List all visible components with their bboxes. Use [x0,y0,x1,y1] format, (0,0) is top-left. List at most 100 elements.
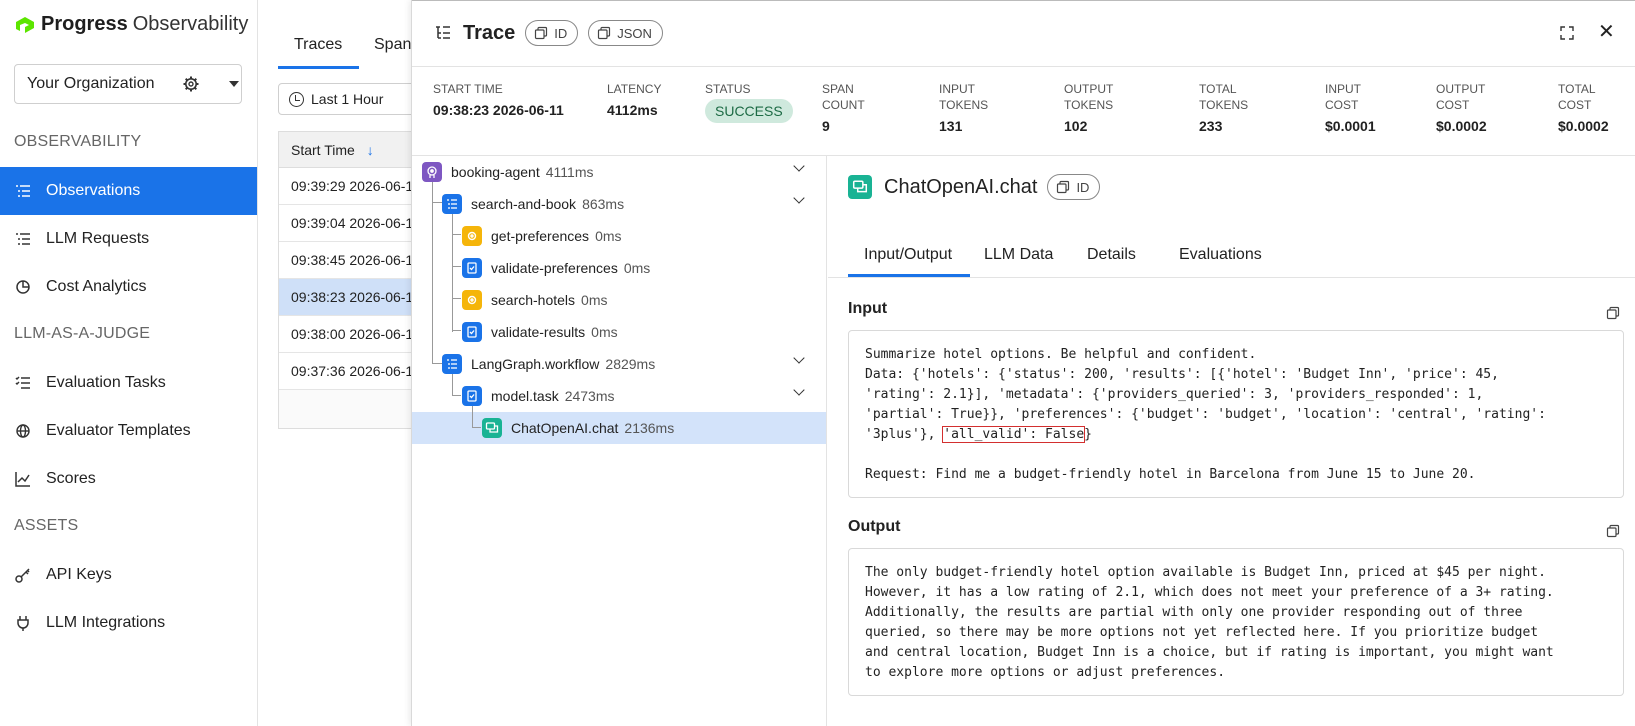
chevron-down-icon[interactable] [793,384,805,396]
globe-icon [16,424,30,438]
node-name: search-hotels [491,292,576,308]
divider [828,277,1635,278]
tab-spans[interactable]: Span [374,36,411,54]
task-icon [462,322,482,342]
brand-name-bold: Progress [41,13,128,35]
tab-input-output[interactable]: Input/Output [864,246,952,264]
clock-icon [289,92,304,107]
tree-node-langgraph-workflow[interactable]: LangGraph.workflow 2829ms [442,348,655,380]
chevron-down-icon[interactable] [793,192,805,204]
table-row[interactable]: 09:39:29 2026-06-1 [279,168,418,205]
output-label: Output [848,518,901,535]
traces-table: Start Time ↓ 09:39:29 2026-06-1 09:39:04… [278,131,418,429]
close-icon[interactable]: ✕ [1598,22,1615,42]
detail-title: ChatOpenAI.chat [884,175,1038,198]
chevron-down-icon[interactable] [793,352,805,364]
pie-chart-icon [16,280,30,294]
sidebar-item-scores[interactable]: Scores [0,455,257,503]
section-llm-as-a-judge: LLM-AS-A-JUDGE [14,325,151,342]
stat-label: TOKENS [939,98,989,112]
stat-input-tokens: INPUT TOKENS 131 [939,81,988,135]
table-row[interactable]: 09:38:45 2026-06-1 [279,242,418,279]
sidebar-item-evaluator-templates[interactable]: Evaluator Templates [0,407,257,455]
tree-node-booking-agent[interactable]: booking-agent 4111ms [422,156,593,188]
copy-json-button[interactable]: JSON [588,20,663,46]
tab-details[interactable]: Details [1087,246,1136,264]
copy-icon[interactable] [1606,306,1620,320]
row-start-time: 09:38:45 2026-06-1 [291,252,414,268]
stat-label: COUNT [822,98,865,112]
table-row[interactable]: 09:39:04 2026-06-1 [279,205,418,242]
sidebar-item-llm-integrations[interactable]: LLM Integrations [0,599,257,647]
section-assets: ASSETS [14,517,79,534]
row-start-time: 09:39:29 2026-06-1 [291,178,414,194]
chip-label: JSON [617,25,652,41]
tree-connector [432,363,442,364]
sidebar-item-api-keys[interactable]: API Keys [0,551,257,599]
node-name: validate-results [491,324,586,340]
tree-node-chatopenai-chat[interactable]: ChatOpenAI.chat 2136ms [482,412,674,444]
node-name: LangGraph.workflow [471,356,600,372]
sidebar-item-llm-requests[interactable]: LLM Requests [0,215,257,263]
tree-node-search-hotels[interactable]: search-hotels 0ms [462,284,608,316]
trace-title: Trace [463,21,516,44]
trace-panel: Trace ID JSON ✕ START TIME 09:38:23 2026… [411,0,1635,726]
sidebar-item-evaluation-tasks[interactable]: Evaluation Tasks [0,359,257,407]
stat-value: 9 [822,118,830,134]
copy-icon[interactable] [1606,524,1620,538]
tree-connector [452,213,453,332]
task-icon [462,386,482,406]
node-duration: 2829ms [605,356,656,372]
row-start-time: 09:38:00 2026-06-1 [291,326,414,342]
table-row[interactable]: 09:37:36 2026-06-1 [279,353,418,390]
stat-label: START TIME [433,82,503,96]
tree-node-model-task[interactable]: model.task 2473ms [462,380,615,412]
chevron-down-icon[interactable] [229,81,239,87]
tab-traces[interactable]: Traces [294,36,342,54]
organization-select[interactable]: Your Organization [14,64,242,104]
expand-icon[interactable] [1560,26,1574,40]
stat-label: TOKENS [1199,98,1249,112]
column-header-start-time[interactable]: Start Time ↓ [279,132,418,168]
node-name: ChatOpenAI.chat [511,420,619,436]
brand-logo[interactable]: Progress Observability [14,13,248,36]
node-name: get-preferences [491,228,590,244]
row-start-time: 09:38:23 2026-06-1 [291,289,414,305]
stat-label: OUTPUT [1436,82,1486,96]
gear-icon[interactable] [182,75,200,93]
stat-label: TOTAL [1199,82,1237,96]
tree-node-validate-results[interactable]: validate-results 0ms [462,316,618,348]
chip-label: ID [554,25,568,41]
tab-evaluations[interactable]: Evaluations [1179,246,1262,264]
input-content: Summarize hotel options. Be helpful and … [848,330,1624,498]
stat-label: INPUT [939,82,975,96]
input-label: Input [848,300,888,317]
tree-connector [452,330,461,331]
panel-top-border [412,0,1635,1]
sidebar-item-observations[interactable]: Observations [0,167,257,215]
table-row[interactable]: 09:38:00 2026-06-1 [279,316,418,353]
time-range-button[interactable]: Last 1 Hour [278,83,418,115]
stat-total-tokens: TOTAL TOKENS 233 [1199,81,1248,135]
stat-value: $0.0002 [1436,118,1487,134]
tree-node-validate-preferences[interactable]: validate-preferences 0ms [462,252,650,284]
tree-node-search-and-book[interactable]: search-and-book 863ms [442,188,624,220]
sort-arrow-down-icon[interactable]: ↓ [367,142,374,158]
stat-label: INPUT [1325,82,1361,96]
sidebar-item-label: Evaluation Tasks [46,374,166,391]
stat-value: 09:38:23 2026-06-11 [433,102,564,118]
stat-output-tokens: OUTPUT TOKENS 102 [1064,81,1113,135]
node-duration: 0ms [591,324,618,340]
stat-input-cost: INPUT COST $0.0001 [1325,81,1376,135]
node-duration: 0ms [623,260,651,276]
node-duration: 863ms [582,196,625,212]
tab-llm-data[interactable]: LLM Data [984,246,1053,264]
chevron-down-icon[interactable] [793,160,805,172]
tree-node-get-preferences[interactable]: get-preferences 0ms [462,220,622,252]
copy-span-id-button[interactable]: ID [1047,174,1101,200]
copy-id-button[interactable]: ID [525,20,579,46]
node-name: validate-preferences [491,260,618,276]
table-row-selected[interactable]: 09:38:23 2026-06-1 [279,279,418,316]
output-text: The only budget-friendly hotel option av… [865,565,1554,680]
sidebar-item-cost-analytics[interactable]: Cost Analytics [0,263,257,311]
